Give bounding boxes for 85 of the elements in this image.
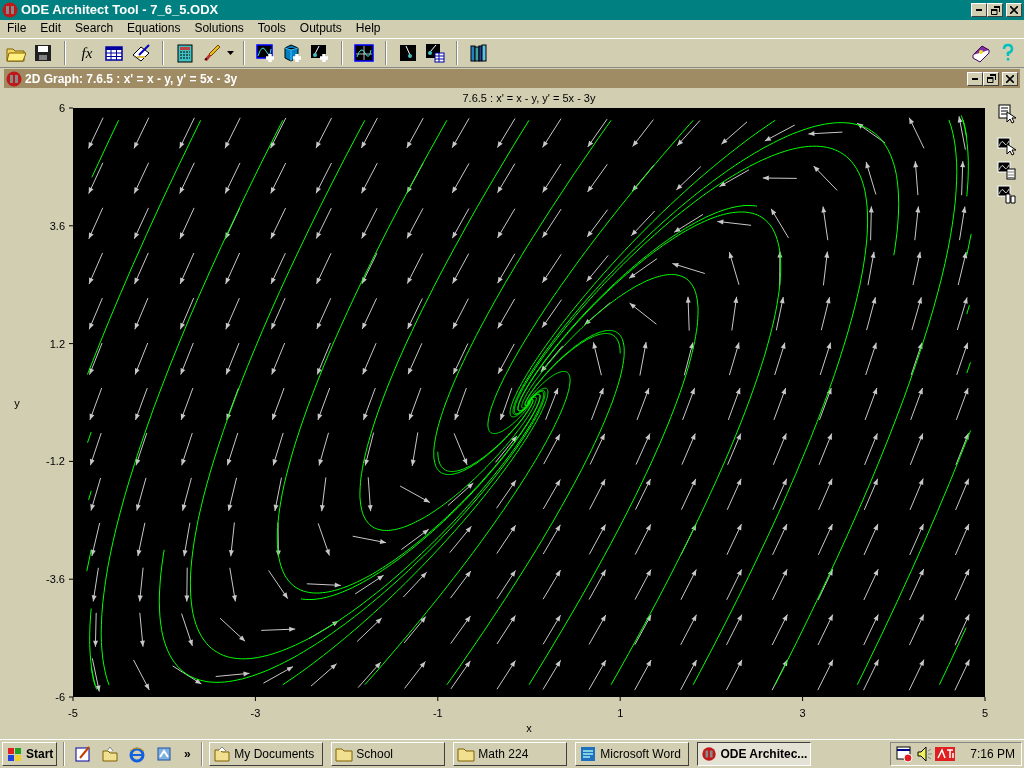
window-title: ODE Architect Tool - 7_6_5.ODX <box>21 1 219 20</box>
restore-button[interactable] <box>983 71 999 86</box>
menu-item[interactable]: Outputs <box>292 20 349 38</box>
pendulum-table-icon <box>425 43 445 63</box>
taskbar-button[interactable]: My Documents <box>209 742 324 766</box>
app-icon <box>6 70 22 87</box>
list-pointer-icon <box>997 104 1017 124</box>
axis-tick-label: 3.6 <box>49 219 65 232</box>
table-icon <box>104 43 124 63</box>
axis-tick-label: -3 <box>250 707 261 719</box>
minimize-button[interactable] <box>967 71 983 86</box>
paintbrush-icon <box>202 43 222 63</box>
windows-logo-icon <box>6 746 24 762</box>
menu-item[interactable]: Search <box>68 20 121 38</box>
menu-item[interactable]: File <box>0 20 34 38</box>
phase-graph-button[interactable] <box>352 41 376 65</box>
folder-icon <box>101 745 120 763</box>
close-icon <box>1006 74 1014 83</box>
graph-ruler-icon <box>997 184 1017 204</box>
axis-label: y <box>14 396 20 409</box>
graph-pointer-button[interactable] <box>995 134 1019 158</box>
graph-plus-icon <box>256 43 276 63</box>
graph-window-title: 2D Graph: 7.6.5 : x' = x - y, y' = 5x - 3y <box>25 70 238 88</box>
caret-icon <box>227 51 234 55</box>
restore-icon <box>990 5 1000 15</box>
close-icon <box>1010 6 1018 14</box>
graph-pointer-icon <box>997 136 1017 156</box>
axis-label: x <box>526 722 532 734</box>
pendulum-plus-icon <box>310 43 330 63</box>
menu-item[interactable]: Tools <box>250 20 293 38</box>
chart-title: 7.6.5 : x' = x - y, y' = 5x - 3y <box>462 92 596 104</box>
restore-button[interactable] <box>987 3 1003 17</box>
menu-item[interactable]: Equations <box>120 20 188 38</box>
speaker-icon[interactable] <box>916 745 933 763</box>
graph-calculator-icon <box>997 160 1017 180</box>
folder-icon <box>213 745 232 763</box>
cube-plus-icon <box>283 43 303 63</box>
scheduler-icon[interactable] <box>895 745 914 763</box>
axis-tick-label: 3 <box>799 707 806 719</box>
axis-tick-label: -5 <box>68 707 78 719</box>
menu-item[interactable]: Solutions <box>187 20 251 38</box>
close-button[interactable] <box>1002 71 1018 86</box>
taskbar-button[interactable]: ODE Architec... <box>697 742 812 766</box>
legend-pointer-button[interactable] <box>995 102 1019 126</box>
taskbar-button[interactable]: Math 224 <box>453 742 568 766</box>
axis-tick-label: 1.2 <box>49 337 65 350</box>
notepad-pencil-icon-icon <box>131 43 151 63</box>
axis-tick-label: 5 <box>981 707 989 719</box>
clock: 7:16 PM <box>970 746 1015 763</box>
axis-tick-label: -1 <box>432 707 443 719</box>
menu-item[interactable]: Help <box>348 20 388 38</box>
display-driver-icon[interactable] <box>935 746 956 762</box>
minimize-icon <box>976 9 982 11</box>
calculator-icon <box>175 43 195 63</box>
restore-icon <box>986 74 996 83</box>
close-button[interactable] <box>1006 3 1022 17</box>
taskbar-button[interactable]: School <box>331 742 446 766</box>
app-icon <box>2 2 18 18</box>
axis-tick-label: -6 <box>55 691 65 703</box>
axis-tick-label: 1 <box>617 707 624 719</box>
graph-calculator-button[interactable] <box>995 158 1019 182</box>
document-icon <box>579 745 598 763</box>
pencil-document-icon <box>74 745 93 763</box>
save-icon <box>33 43 53 63</box>
phase-graph-icon <box>354 43 374 63</box>
function-button[interactable]: fx <box>75 41 99 65</box>
browser-icon <box>128 745 147 763</box>
start-button[interactable]: Start <box>2 742 58 766</box>
graph-ruler-button[interactable] <box>995 182 1019 206</box>
minimize-button[interactable] <box>971 3 987 17</box>
menu-item[interactable]: Edit <box>33 20 69 38</box>
app-icon <box>701 745 718 763</box>
pendulum-icon <box>398 43 418 63</box>
taskbar-button[interactable]: Microsoft Word <box>575 742 690 766</box>
folder-icon <box>457 745 476 763</box>
axis-tick-label: -1.2 <box>46 455 65 468</box>
books-icon <box>469 43 489 63</box>
more-button[interactable]: » <box>179 742 196 766</box>
folder-icon <box>335 745 354 763</box>
axis-tick-label: 6 <box>58 102 65 114</box>
pendulum-table-button[interactable] <box>423 41 447 65</box>
channel-icon <box>155 745 174 763</box>
help-book-icon <box>971 43 991 63</box>
minimize-icon <box>972 77 978 80</box>
axis-tick-label: -3.6 <box>46 573 65 586</box>
